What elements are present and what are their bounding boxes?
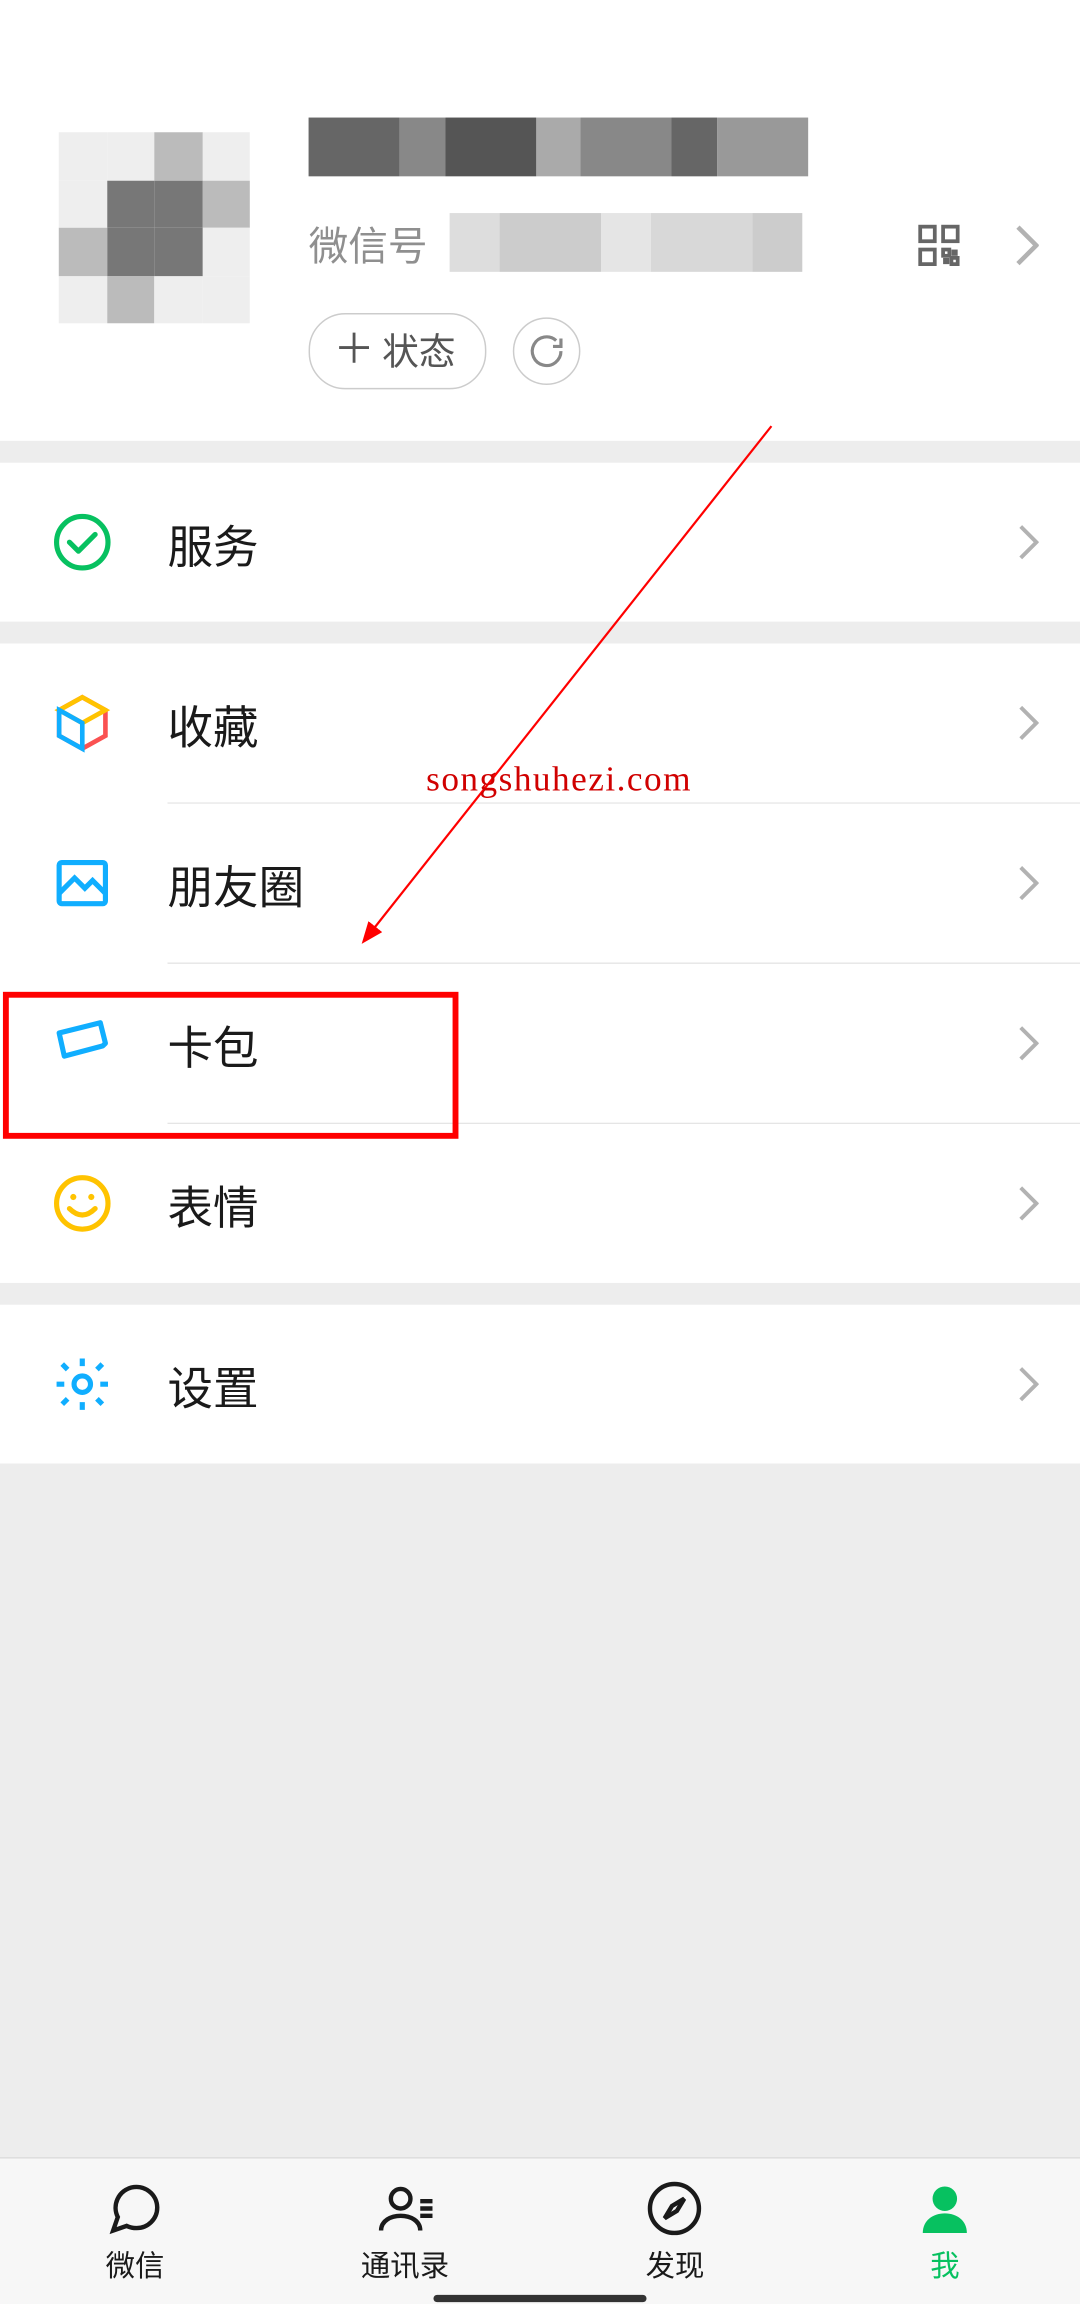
tab-chats[interactable]: 微信 — [0, 2159, 270, 2304]
menu-settings-label: 设置 — [168, 1351, 1019, 1417]
plus-icon: ＋ — [334, 329, 375, 370]
person-icon — [916, 2178, 975, 2237]
menu-services-label: 服务 — [168, 509, 1019, 575]
tab-discover[interactable]: 发现 — [540, 2159, 810, 2304]
status-button[interactable]: ＋ 状态 — [309, 313, 487, 389]
profile-card[interactable]: 微信号 ＋ 状态 — [0, 0, 1080, 441]
qrcode-icon[interactable] — [914, 220, 964, 270]
menu-moments-label: 朋友圈 — [168, 850, 1019, 916]
gear-icon — [51, 1353, 113, 1415]
section-personal: 收藏 朋友圈 卡包 — [0, 644, 1080, 1283]
refresh-button[interactable] — [513, 317, 581, 385]
tab-me-label: 我 — [930, 2242, 959, 2285]
tab-contacts[interactable]: 通讯录 — [270, 2159, 540, 2304]
me-page: 微信号 ＋ 状态 — [0, 0, 1080, 1464]
tab-me[interactable]: 我 — [810, 2159, 1080, 2304]
tab-discover-label: 发现 — [646, 2242, 705, 2285]
wxid-redacted — [450, 213, 803, 272]
menu-cards-label: 卡包 — [168, 1010, 1019, 1076]
tab-chats-label: 微信 — [106, 2242, 165, 2285]
menu-stickers[interactable]: 表情 — [0, 1124, 1080, 1283]
menu-stickers-label: 表情 — [168, 1170, 1019, 1236]
watermark: songshuhezi.com — [426, 761, 692, 801]
chevron-right-icon — [1018, 705, 1039, 740]
chevron-right-icon — [1018, 1186, 1039, 1221]
home-indicator — [433, 2295, 646, 2302]
chevron-right-icon — [1018, 1367, 1039, 1402]
moments-icon — [51, 852, 113, 914]
chat-icon — [106, 2178, 165, 2237]
favorites-icon — [51, 692, 113, 754]
nickname-redacted — [309, 118, 809, 177]
chevron-right-icon — [1015, 225, 1039, 266]
services-icon — [51, 511, 113, 573]
menu-moments[interactable]: 朋友圈 — [0, 804, 1080, 963]
avatar[interactable] — [59, 132, 250, 323]
section-settings: 设置 — [0, 1305, 1080, 1464]
chevron-right-icon — [1018, 1026, 1039, 1061]
menu-services[interactable]: 服务 — [0, 463, 1080, 622]
menu-settings[interactable]: 设置 — [0, 1305, 1080, 1464]
menu-cards[interactable]: 卡包 — [0, 964, 1080, 1123]
tabbar: 微信 通讯录 发现 我 — [0, 2157, 1080, 2304]
menu-favorites-label: 收藏 — [168, 690, 1019, 756]
tab-contacts-label: 通讯录 — [361, 2242, 449, 2285]
cards-icon — [51, 1012, 113, 1074]
chevron-right-icon — [1018, 525, 1039, 560]
status-button-label: 状态 — [382, 323, 455, 376]
section-services: 服务 — [0, 463, 1080, 622]
stickers-icon — [51, 1173, 113, 1235]
chevron-right-icon — [1018, 865, 1039, 900]
contacts-icon — [376, 2178, 435, 2237]
refresh-icon — [528, 332, 566, 370]
compass-icon — [646, 2178, 705, 2237]
wxid-label: 微信号 — [309, 214, 428, 271]
